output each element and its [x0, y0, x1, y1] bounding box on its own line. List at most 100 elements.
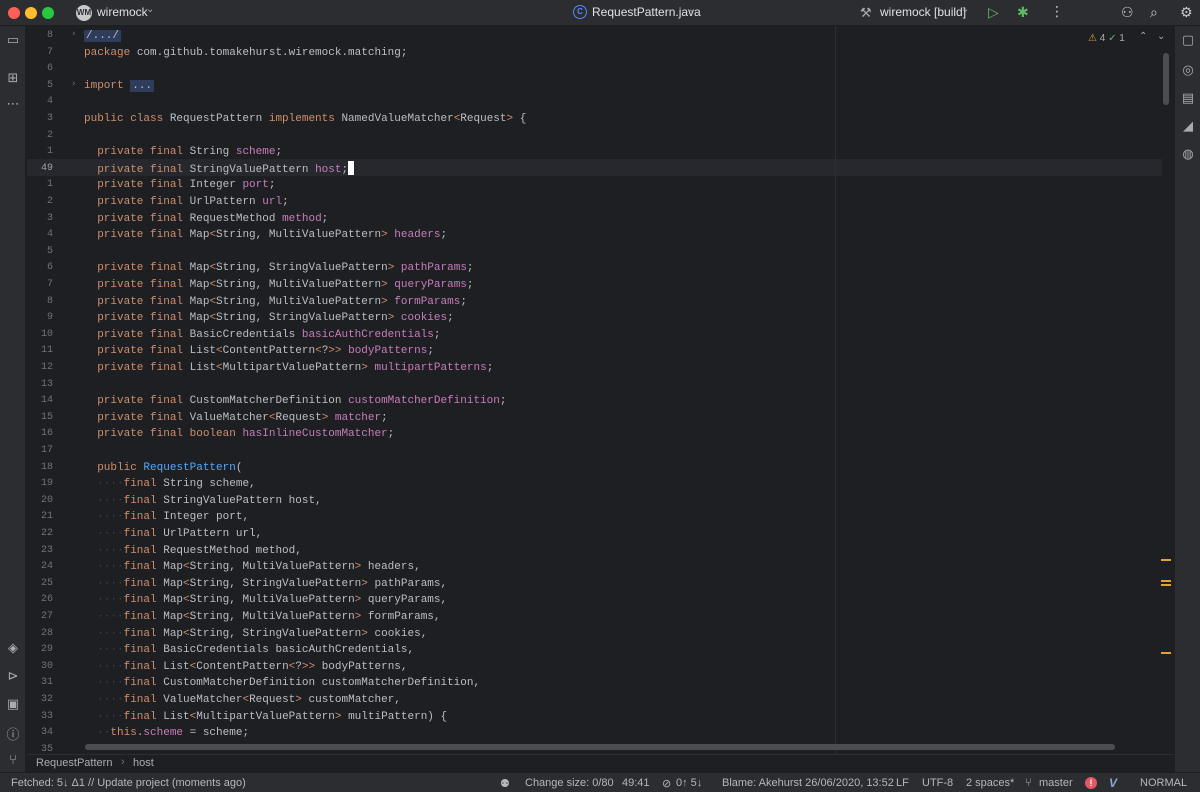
warning-marker[interactable]	[1161, 652, 1171, 654]
code-line[interactable]: private final CustomMatcherDefinition cu…	[84, 393, 506, 409]
line-number[interactable]: 7	[27, 47, 53, 58]
line-number[interactable]: 15	[27, 412, 53, 423]
code-line[interactable]: private final StringValuePattern host;	[84, 160, 355, 177]
code-line[interactable]: ····final UrlPattern url,	[84, 526, 262, 542]
code-line[interactable]: private final Map<String, MultiValuePatt…	[84, 227, 447, 243]
breadcrumb-member[interactable]: host	[133, 757, 154, 769]
code-line[interactable]: ····final Map<String, MultiValuePattern>…	[84, 559, 421, 575]
line-number-gutter[interactable]: 8 › 7 6 5 › 4 3 2 1 49 1 2 3 4 5 6 7 8 9 10 11 12 13 14 15 16 17 18 1…	[27, 26, 83, 754]
line-number[interactable]: 24	[27, 561, 53, 572]
inspection-widget[interactable]: ⚠ 4 ✓ 1	[1088, 33, 1125, 44]
line-number[interactable]: 13	[27, 379, 53, 390]
code-line[interactable]: ····final CustomMatcherDefinition custom…	[84, 675, 480, 691]
line-number[interactable]: 34	[27, 727, 53, 738]
run-icon[interactable]: ▷	[988, 4, 999, 21]
code-line[interactable]: private final Map<String, StringValuePat…	[84, 260, 473, 276]
database-icon[interactable]: ▤	[1180, 90, 1196, 106]
code-line[interactable]: private final List<MultipartValuePattern…	[84, 360, 493, 376]
search-icon[interactable]: ⌕	[1150, 4, 1158, 21]
vim-icon[interactable]: V	[1109, 776, 1117, 790]
line-number[interactable]: 14	[27, 395, 53, 406]
line-number[interactable]: 10	[27, 329, 53, 340]
file-encoding[interactable]: UTF-8	[922, 777, 953, 789]
structure-icon[interactable]: ⊞	[5, 70, 21, 86]
line-number[interactable]: 20	[27, 495, 53, 506]
more-tools-icon[interactable]: ⋯	[5, 96, 21, 112]
line-number[interactable]: 22	[27, 528, 53, 539]
fold-toggle-icon[interactable]: ›	[72, 29, 76, 39]
line-number[interactable]: 32	[27, 694, 53, 705]
line-number[interactable]: 12	[27, 362, 53, 373]
chevron-up-icon[interactable]: ⌃	[1139, 31, 1147, 42]
indent-setting[interactable]: 2 spaces*	[966, 777, 1014, 789]
caret-position[interactable]: 49:41	[622, 777, 650, 789]
chevron-down-icon[interactable]: ⌄	[688, 4, 696, 15]
line-number[interactable]: 35	[27, 744, 53, 754]
copilot-status-icon[interactable]: ⚉	[500, 777, 510, 790]
git-branch-icon[interactable]: ⑂	[5, 752, 21, 767]
line-number[interactable]: 11	[27, 345, 53, 356]
breadcrumb-class[interactable]: RequestPattern	[36, 757, 112, 769]
more-icon[interactable]: ⋮	[1050, 3, 1064, 20]
line-number[interactable]: 16	[27, 428, 53, 439]
line-number[interactable]: 6	[27, 262, 53, 273]
project-name[interactable]: wiremock	[97, 5, 148, 19]
project-badge[interactable]: WM	[76, 5, 92, 21]
line-number[interactable]: 19	[27, 478, 53, 489]
close-window-button[interactable]	[8, 7, 20, 19]
run-configuration-select[interactable]: wiremock [build]	[880, 5, 966, 19]
code-line[interactable]: public RequestPattern(	[84, 460, 242, 476]
folder-icon[interactable]: ▭	[5, 32, 21, 48]
code-line[interactable]: private final Map<String, StringValuePat…	[84, 310, 454, 326]
code-line[interactable]: ····final Integer port,	[84, 509, 249, 525]
hammer-icon[interactable]: ⚒	[860, 5, 872, 21]
code-line[interactable]: ····final Map<String, MultiValuePattern>…	[84, 592, 447, 608]
line-number[interactable]: 23	[27, 545, 53, 556]
line-number[interactable]: 8	[27, 296, 53, 307]
line-number[interactable]: 7	[27, 279, 53, 290]
blame-info[interactable]: Blame: Akehurst 26/06/2020, 13:52	[722, 777, 894, 789]
error-icon[interactable]: !	[1085, 777, 1097, 789]
vcs-fetch-status[interactable]: Fetched: 5↓ Δ1 // Update project (moment…	[11, 777, 246, 789]
warning-marker[interactable]	[1161, 559, 1171, 561]
code-line[interactable]: /.../	[84, 28, 122, 44]
services-icon[interactable]: ⊳	[5, 668, 21, 684]
line-number[interactable]: 29	[27, 644, 53, 655]
line-number[interactable]: 8	[27, 30, 53, 41]
line-number[interactable]: 31	[27, 677, 53, 688]
code-line[interactable]: ····final List<MultipartValuePattern> mu…	[84, 709, 447, 725]
code-line[interactable]: package com.github.tomakehurst.wiremock.…	[84, 45, 407, 61]
line-number[interactable]: 1	[27, 146, 53, 157]
debug-icon[interactable]: ✱	[1017, 4, 1029, 21]
zoom-window-button[interactable]	[42, 7, 54, 19]
horizontal-scrollbar[interactable]	[85, 744, 1115, 750]
line-number[interactable]: 28	[27, 628, 53, 639]
minimize-window-button[interactable]	[25, 7, 37, 19]
code-line[interactable]: ····final StringValuePattern host,	[84, 493, 321, 509]
chevron-down-icon[interactable]: ⌄	[146, 4, 154, 15]
vertical-scrollbar[interactable]	[1163, 53, 1169, 105]
line-number[interactable]: 21	[27, 511, 53, 522]
code-line[interactable]: import ...	[84, 78, 155, 94]
problems-icon[interactable]: ⓘ	[5, 724, 21, 743]
line-number[interactable]: 17	[27, 445, 53, 456]
code-editor[interactable]: 8 › 7 6 5 › 4 3 2 1 49 1 2 3 4 5 6 7 8 9 10 11 12 13 14 15 16 17 18 1…	[27, 26, 1174, 754]
code-line[interactable]: private final String scheme;	[84, 144, 282, 160]
chevron-down-icon[interactable]: ⌄	[961, 4, 969, 15]
line-number[interactable]: 2	[27, 196, 53, 207]
line-number[interactable]: 33	[27, 711, 53, 722]
line-number[interactable]: 1	[27, 179, 53, 190]
code-line[interactable]: ··this.scheme = scheme;	[84, 725, 249, 741]
layers-icon[interactable]: ◈	[5, 640, 21, 656]
line-number[interactable]: 25	[27, 578, 53, 589]
code-line[interactable]: private final UrlPattern url;	[84, 194, 288, 210]
warning-marker[interactable]	[1161, 584, 1171, 586]
warning-marker[interactable]	[1161, 580, 1171, 582]
code-line[interactable]: ····final BasicCredentials basicAuthCred…	[84, 642, 414, 658]
code-line[interactable]: private final RequestMethod method;	[84, 211, 328, 227]
line-number[interactable]: 5	[27, 246, 53, 257]
code-line[interactable]: ····final String scheme,	[84, 476, 255, 492]
code-line[interactable]: private final Integer port;	[84, 177, 275, 193]
change-size[interactable]: Change size: 0/80	[525, 777, 614, 789]
line-number[interactable]: 5	[27, 80, 53, 91]
